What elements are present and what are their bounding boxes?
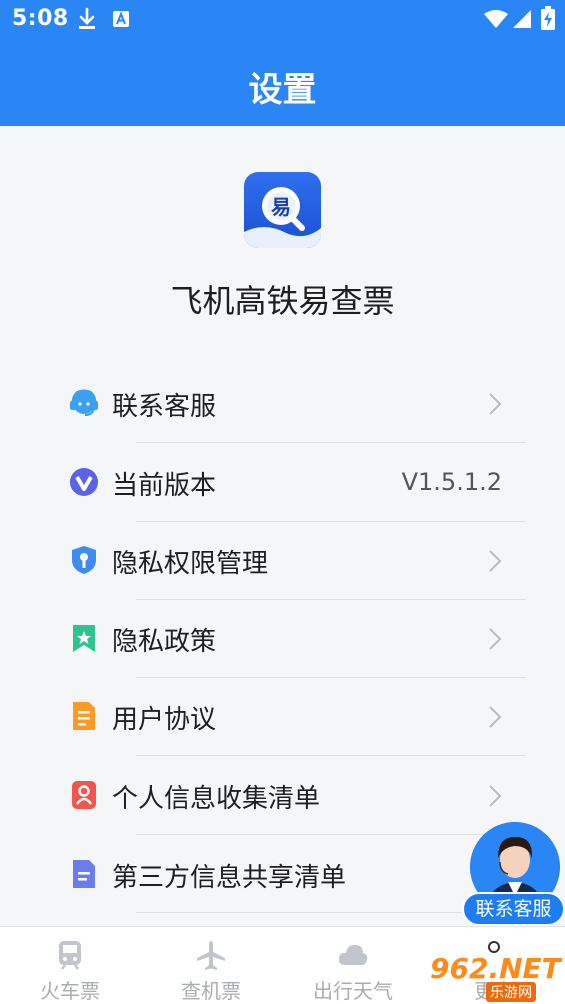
menu-item-privacy-permissions[interactable]: 隐私权限管理 (68, 522, 526, 600)
page-title: 设置 (248, 70, 317, 110)
menu-item-privacy-policy[interactable]: 隐私政策 (68, 600, 526, 678)
airplane-icon (197, 941, 225, 970)
version-value: V1.5.1.2 (401, 468, 502, 496)
nav-tab-travel-weather[interactable]: 出行天气 (283, 927, 423, 1004)
nav-label: 查机票 (181, 979, 241, 1003)
nav-label: 火车票 (40, 979, 100, 1003)
status-time: 5:08 (12, 6, 69, 31)
status-bar: 5:08 (0, 0, 565, 40)
menu-label: 个人信息收集清单 (112, 784, 321, 814)
train-icon (59, 941, 81, 970)
wifi-icon (484, 10, 508, 28)
menu-item-personal-info-list[interactable]: 个人信息收集清单 (68, 757, 526, 835)
menu-label: 隐私政策 (112, 627, 217, 657)
site-watermark: 962.NET 乐游网 (424, 948, 565, 1004)
signal-icon (513, 10, 531, 28)
watermark-text: 962.NET (430, 952, 561, 985)
document-icon (73, 702, 95, 730)
cloud-icon (338, 945, 368, 965)
nav-tab-train-tickets[interactable]: 火车票 (0, 927, 140, 1004)
watermark-subtext: 乐游网 (486, 982, 536, 1002)
shield-key-icon (72, 546, 96, 574)
menu-label: 用户协议 (112, 705, 217, 735)
menu-label: 当前版本 (112, 471, 217, 501)
nav-label: 出行天气 (313, 979, 393, 1003)
nav-tab-flight-tickets[interactable]: 查机票 (141, 927, 281, 1004)
person-card-icon (72, 781, 96, 809)
battery-icon (541, 6, 555, 30)
menu-label: 隐私权限管理 (112, 549, 269, 579)
app-logo-image: 易 (244, 172, 321, 248)
version-icon (70, 468, 98, 496)
menu-item-user-agreement[interactable]: 用户协议 (68, 678, 526, 756)
chevron-right-icon (489, 706, 502, 728)
app-name: 飞机高铁易查票 (170, 282, 395, 320)
chevron-right-icon (489, 550, 502, 572)
divider (136, 442, 526, 443)
menu-item-contact-service[interactable]: 联系客服 (68, 365, 526, 443)
menu-item-current-version[interactable]: 当前版本 V1.5.1.2 (68, 444, 526, 522)
menu-label: 联系客服 (112, 392, 217, 422)
headset-icon (70, 389, 98, 416)
download-icon (79, 7, 95, 29)
chevron-right-icon (489, 785, 502, 807)
chevron-right-icon (489, 393, 502, 415)
chevron-right-icon (489, 628, 502, 650)
floating-service-label: 联系客服 (462, 892, 565, 926)
menu-label: 第三方信息共享清单 (112, 863, 347, 893)
header-bar: 5:08 设置 (0, 0, 565, 126)
bookmark-star-icon (73, 625, 95, 652)
notification-a-icon (113, 11, 129, 27)
app-logo-glyph: 易 (271, 195, 291, 219)
menu-item-third-party-sharing[interactable]: 第三方信息共享清单 (68, 836, 526, 914)
divider (136, 755, 526, 756)
floating-contact-service-button[interactable]: 联系客服 (462, 822, 565, 928)
list-document-icon (73, 860, 95, 888)
app-logo: 易 (244, 172, 321, 248)
